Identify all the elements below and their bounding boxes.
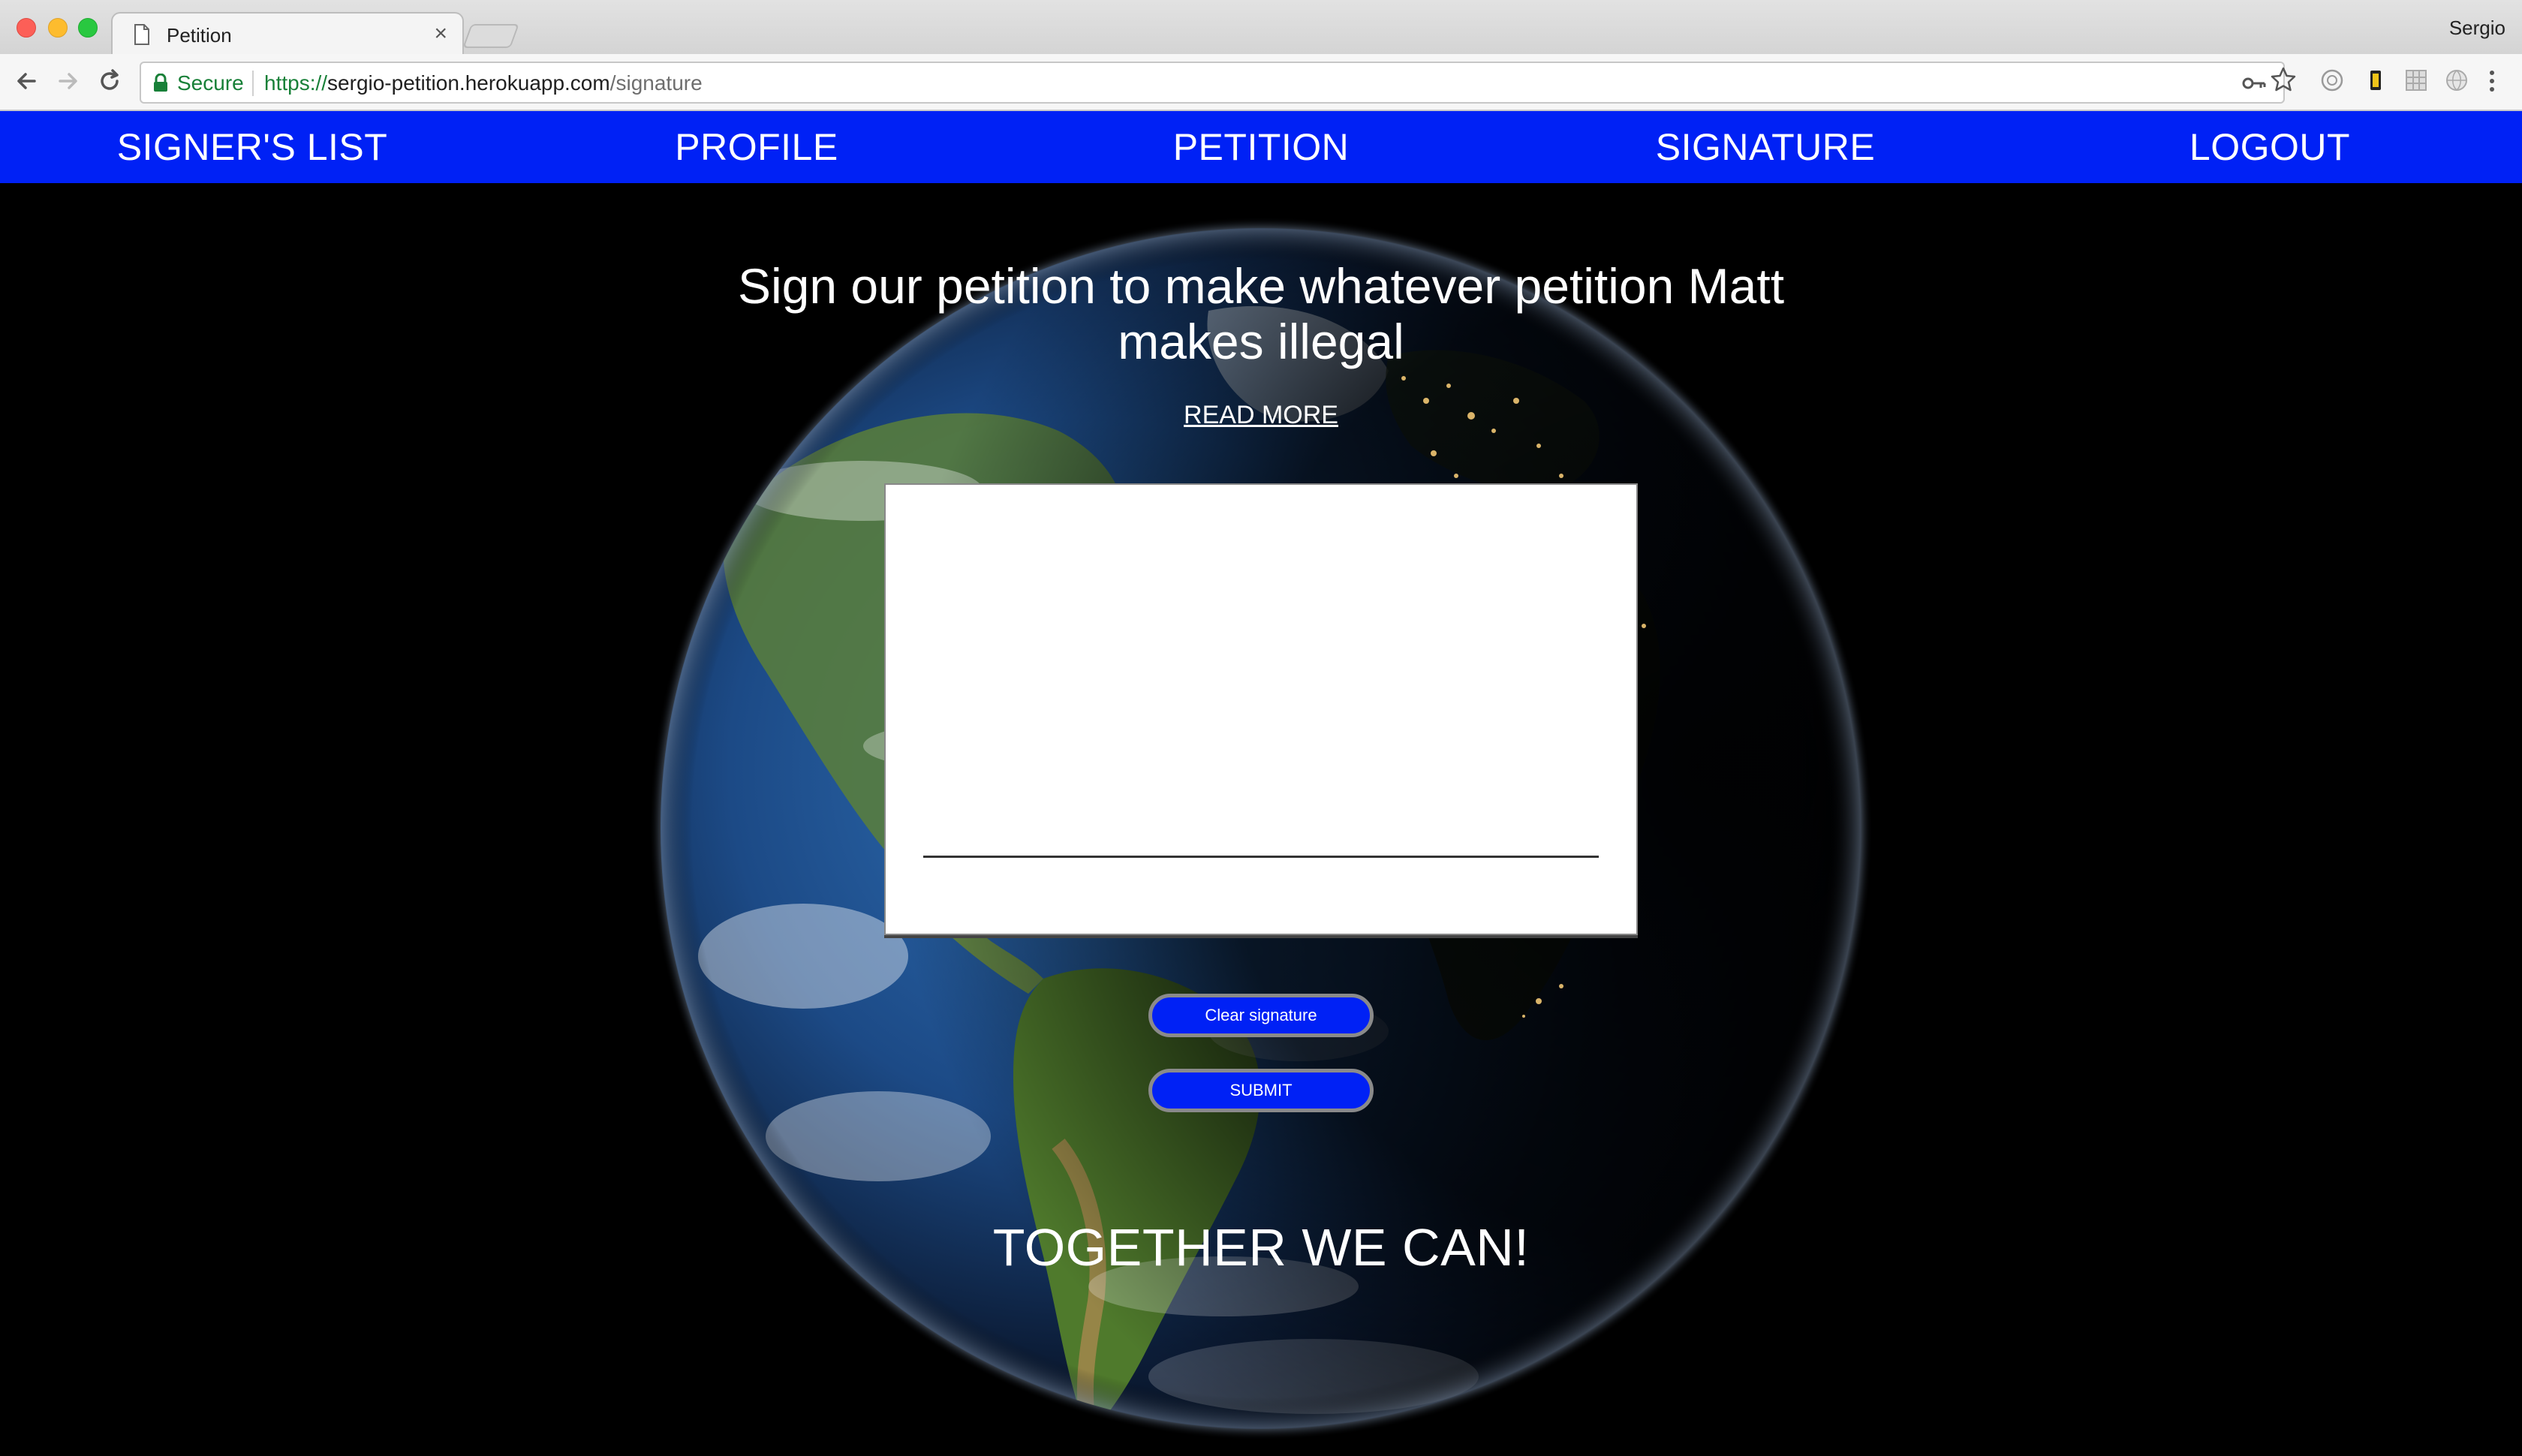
nav-link-profile[interactable]: PROFILE [504, 111, 1009, 183]
signature-canvas[interactable] [884, 483, 1638, 935]
profile-name[interactable]: Sergio [2449, 17, 2505, 40]
close-window-button[interactable] [17, 18, 36, 38]
key-icon[interactable] [2241, 74, 2267, 93]
tab-title: Petition [167, 24, 232, 47]
url-scheme: https:// [264, 71, 328, 95]
page-headline: Sign our petition to make whatever petit… [737, 258, 1785, 369]
url-text[interactable]: https://sergio-petition.herokuapp.com/si… [264, 72, 703, 95]
browser-titlebar: Petition × Sergio [0, 0, 2522, 56]
browser-tab[interactable]: Petition × [111, 12, 464, 56]
url-path: /signature [609, 71, 703, 95]
back-arrow-icon[interactable] [12, 66, 42, 96]
tagline: TOGETHER WE CAN! [992, 1218, 1530, 1277]
nav-link-petition[interactable]: PETITION [1009, 111, 1513, 183]
extension-grid-icon[interactable] [2403, 68, 2429, 93]
tab-close-icon[interactable]: × [434, 21, 447, 46]
minimize-window-button[interactable] [48, 18, 68, 38]
secure-label: Secure [177, 71, 244, 95]
read-more-link[interactable]: READ MORE [1111, 401, 1411, 430]
url-host: sergio-petition.herokuapp.com [327, 71, 610, 95]
extension-battery-icon[interactable] [2363, 68, 2388, 93]
maximize-window-button[interactable] [78, 18, 98, 38]
nav-link-signers-list[interactable]: SIGNER'S LIST [0, 111, 504, 183]
document-icon [134, 24, 149, 45]
site-nav: SIGNER'S LIST PROFILE PETITION SIGNATURE… [0, 111, 2522, 183]
extension-circle-icon[interactable] [2319, 68, 2345, 93]
nav-link-logout[interactable]: LOGOUT [2018, 111, 2522, 183]
main-content: Sign our petition to make whatever petit… [0, 183, 2522, 1456]
submit-button[interactable]: SUBMIT [1148, 1069, 1374, 1112]
signature-baseline [923, 856, 1599, 858]
url-separator [252, 71, 254, 96]
new-tab-button[interactable] [462, 24, 519, 48]
reload-icon[interactable] [95, 66, 125, 96]
clear-signature-button[interactable]: Clear signature [1148, 994, 1374, 1037]
extension-globe-icon[interactable] [2444, 68, 2469, 93]
forward-arrow-icon[interactable] [53, 66, 83, 96]
browser-toolbar: Secure https://sergio-petition.herokuapp… [0, 54, 2522, 111]
kebab-menu-icon[interactable] [2486, 68, 2498, 95]
address-bar[interactable]: Secure https://sergio-petition.herokuapp… [140, 62, 2285, 104]
lock-icon [154, 74, 167, 92]
nav-link-signature[interactable]: SIGNATURE [1513, 111, 2018, 183]
bookmark-star-icon[interactable] [2270, 66, 2297, 93]
